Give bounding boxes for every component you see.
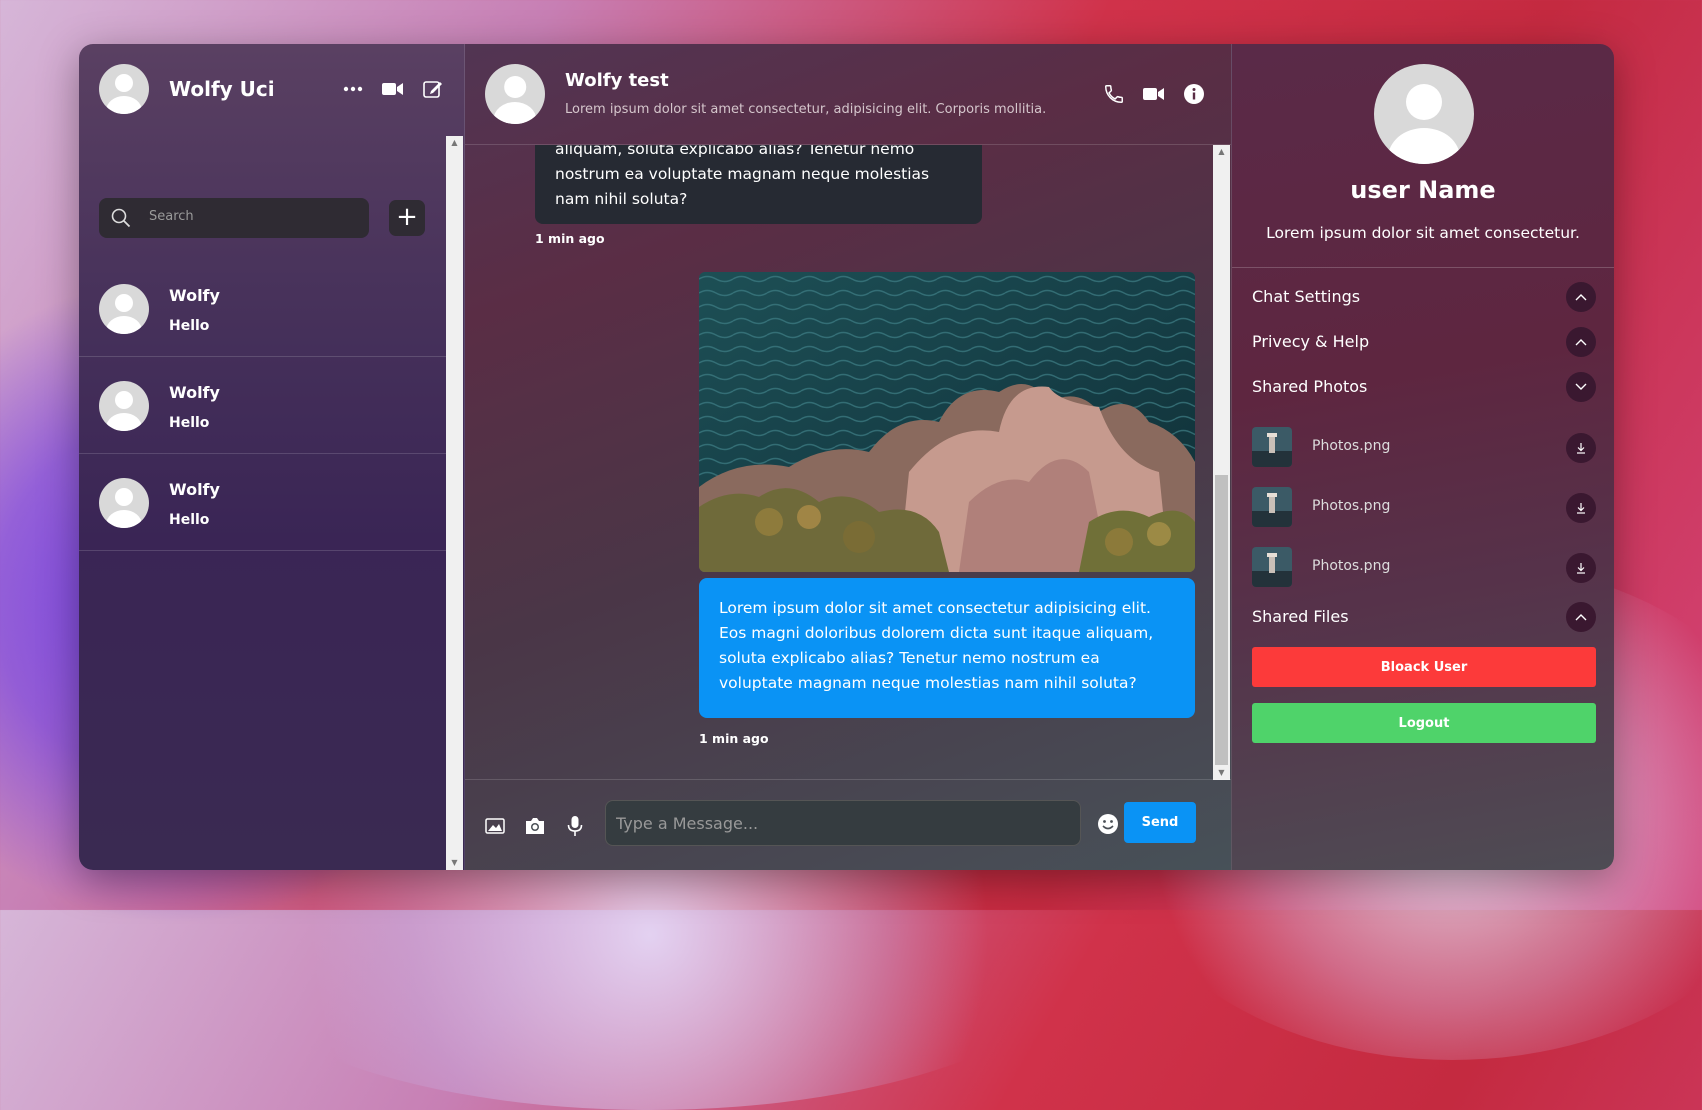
- composer-bar: Send: [465, 779, 1231, 870]
- photo-thumbnail: [1252, 547, 1292, 587]
- video-call-icon[interactable]: [381, 77, 405, 101]
- download-icon[interactable]: [1566, 493, 1596, 523]
- chat-panel: Wolfy test Lorem ipsum dolor sit amet co…: [465, 44, 1232, 870]
- emoji-icon[interactable]: [1096, 812, 1120, 836]
- received-message-bubble: aliquam, soluta explicabo alias? Tenetur…: [535, 145, 982, 224]
- scroll-up-arrow[interactable]: ▲: [1213, 145, 1230, 159]
- contact-avatar: [99, 284, 149, 334]
- photo-filename: Photos.png: [1312, 558, 1391, 574]
- info-icon[interactable]: [1182, 82, 1206, 106]
- chat-title: Wolfy test: [565, 70, 669, 91]
- contact-name: Wolfy: [169, 383, 220, 402]
- messages-scrollbar[interactable]: ▲ ▼: [1213, 145, 1230, 780]
- search-input[interactable]: [147, 208, 351, 225]
- camera-icon[interactable]: [523, 814, 547, 838]
- contact-item[interactable]: Wolfy Hello: [79, 357, 446, 454]
- contact-name: Wolfy: [169, 480, 220, 499]
- chevron-down-icon[interactable]: [1566, 372, 1596, 402]
- chevron-up-icon[interactable]: [1566, 282, 1596, 312]
- shared-photo-item[interactable]: Photos.png: [1252, 427, 1596, 469]
- profile-header: user Name Lorem ipsum dolor sit amet con…: [1232, 44, 1614, 268]
- scroll-down-arrow[interactable]: ▼: [446, 856, 463, 870]
- contact-item[interactable]: Wolfy Hello: [79, 260, 446, 357]
- messages-area: aliquam, soluta explicabo alias? Tenetur…: [465, 145, 1213, 780]
- contact-last-message: Hello: [169, 512, 210, 528]
- photo-filename: Photos.png: [1312, 438, 1391, 454]
- more-options-icon[interactable]: [341, 77, 365, 101]
- microphone-icon[interactable]: [563, 814, 587, 838]
- compose-icon[interactable]: [421, 77, 445, 101]
- message-timestamp: 1 min ago: [535, 231, 605, 246]
- image-icon[interactable]: [483, 814, 507, 838]
- privacy-help-label: Privecy & Help: [1252, 332, 1370, 351]
- contact-avatar: [99, 478, 149, 528]
- current-user-avatar[interactable]: [99, 64, 149, 114]
- scroll-up-arrow[interactable]: ▲: [446, 136, 463, 150]
- block-user-button[interactable]: Bloack User: [1252, 647, 1596, 687]
- photo-thumbnail: [1252, 427, 1292, 467]
- shared-photos-section[interactable]: Shared Photos: [1252, 372, 1596, 402]
- shared-files-label: Shared Files: [1252, 607, 1349, 626]
- chevron-up-icon[interactable]: [1566, 327, 1596, 357]
- chat-subtitle: Lorem ipsum dolor sit amet consectetur, …: [565, 102, 1047, 117]
- profile-avatar[interactable]: [1374, 64, 1474, 164]
- logout-button[interactable]: Logout: [1252, 703, 1596, 743]
- chat-app-window: Wolfy Uci Search + Wolfy Hello Wolfy Hel…: [79, 44, 1614, 870]
- shared-photo-item[interactable]: Photos.png: [1252, 547, 1596, 589]
- shared-files-section[interactable]: Shared Files: [1252, 602, 1596, 632]
- chat-settings-section[interactable]: Chat Settings: [1252, 282, 1596, 312]
- contact-last-message: Hello: [169, 415, 210, 431]
- chat-settings-label: Chat Settings: [1252, 287, 1361, 306]
- current-user-name: Wolfy Uci: [169, 77, 275, 101]
- sidebar-header: Wolfy Uci: [79, 44, 464, 136]
- contacts-panel: + Wolfy Hello Wolfy Hello Wolfy Hello: [79, 136, 446, 870]
- profile-description: Lorem ipsum dolor sit amet consectetur.: [1266, 224, 1580, 242]
- shared-photo-message[interactable]: [699, 272, 1195, 572]
- contact-avatar: [99, 381, 149, 431]
- contacts-sidebar: Wolfy Uci Search + Wolfy Hello Wolfy Hel…: [79, 44, 465, 870]
- download-icon[interactable]: [1566, 553, 1596, 583]
- photo-filename: Photos.png: [1312, 498, 1391, 514]
- chevron-up-icon[interactable]: [1566, 602, 1596, 632]
- search-icon: [109, 206, 133, 230]
- sidebar-scrollbar[interactable]: ▲ ▼: [446, 136, 463, 870]
- search-box: [99, 198, 369, 238]
- privacy-help-section[interactable]: Privecy & Help: [1252, 327, 1596, 357]
- profile-panel: user Name Lorem ipsum dolor sit amet con…: [1232, 44, 1614, 870]
- send-button[interactable]: Send: [1124, 802, 1196, 843]
- video-call-icon[interactable]: [1142, 82, 1166, 106]
- shared-photo-item[interactable]: Photos.png: [1252, 487, 1596, 529]
- add-contact-button[interactable]: +: [389, 200, 425, 236]
- contact-last-message: Hello: [169, 318, 210, 334]
- scrollbar-thumb[interactable]: [1215, 475, 1228, 765]
- scroll-down-arrow[interactable]: ▼: [1213, 766, 1230, 780]
- phone-icon[interactable]: [1102, 82, 1126, 106]
- profile-name: user Name: [1350, 176, 1496, 204]
- contact-item[interactable]: Wolfy Hello: [79, 454, 446, 551]
- download-icon[interactable]: [1566, 433, 1596, 463]
- shared-photos-label: Shared Photos: [1252, 377, 1368, 396]
- photo-thumbnail: [1252, 487, 1292, 527]
- sent-message-bubble: Lorem ipsum dolor sit amet consectetur a…: [699, 578, 1195, 718]
- contact-name: Wolfy: [169, 286, 220, 305]
- chat-header: Wolfy test Lorem ipsum dolor sit amet co…: [465, 44, 1231, 145]
- message-timestamp: 1 min ago: [699, 731, 769, 746]
- message-input[interactable]: [605, 800, 1081, 846]
- chat-partner-avatar[interactable]: [485, 64, 545, 124]
